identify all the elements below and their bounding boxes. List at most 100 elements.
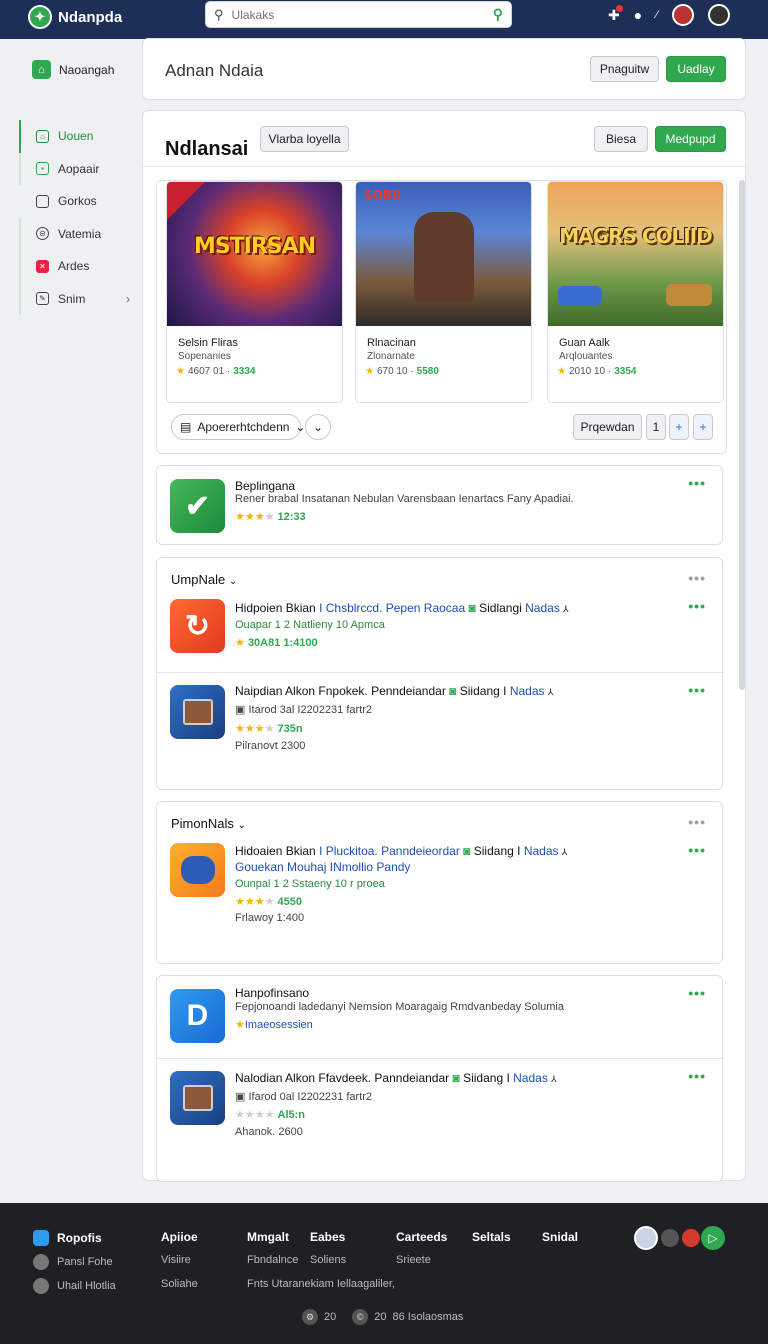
game-subtitle: Zlonarnate [367,351,415,362]
primary-action-button[interactable]: Medpupd [655,126,726,152]
app-title[interactable]: Nalodian Alkon Ffavdeek. Panndeiandar ◙ … [235,1071,557,1085]
filter-button[interactable]: Vlarba loyella [260,126,349,152]
game-card[interactable]: SOBIl Rlnacinan Zlonarnate ★ 670 10 · 55… [355,181,532,403]
sidebar-item-apps[interactable]: ▪ Aopaair [19,152,140,185]
square-icon [36,194,49,208]
star-icon: ★ [365,366,374,377]
d-app-icon: D [170,989,225,1043]
footer-link[interactable]: Soliahe [161,1278,198,1290]
chevron-down-icon: ⌄ [237,820,246,831]
star-icon: ★ [557,366,566,377]
footer-link[interactable]: Srieete [396,1254,431,1266]
star-icon: ★ [176,366,185,377]
rating-value: 3354 [614,366,637,377]
top-actions: ✚ ● ⁄ [608,4,730,26]
settings-icon[interactable]: ⚙ [302,1309,318,1325]
app-meta: Ouapar 1 2 Natlieny 10 Apmca [235,619,385,631]
more-options-icon[interactable]: ••• [688,598,706,614]
game-subtitle: Sopenanies [178,351,231,362]
game-card[interactable]: MSTIRSAN Selsin Fliras Sopenanies ★ 4607… [166,181,343,403]
footer-bottom-text: 20 [374,1311,387,1323]
sidebar-item-home[interactable]: ⌂ Uouen [19,120,140,153]
section-heading[interactable]: PimonNals ⌄ [171,816,246,831]
verified-icon: ◙ [468,601,476,615]
app-title[interactable]: Hanpofinsano [235,986,309,1000]
page-next-button[interactable]: + [693,414,713,440]
sidebar-item-ardes[interactable]: ✕ Ardes [19,250,140,283]
footer-link[interactable]: Fbndalnce [247,1254,298,1266]
avatar[interactable] [672,4,694,26]
app-title[interactable]: Hidoaien Bkian I Pluckitoa. Panndeieorda… [235,844,567,858]
game-card[interactable]: MAGRS COLIID Guan Aalk Arqlouantes ★ 201… [547,181,724,403]
chevron-down-icon: ⌄ [228,576,238,587]
footer-heading: Eabes [310,1230,346,1244]
more-options-icon[interactable]: ••• [688,682,706,698]
more-options-icon[interactable]: ••• [688,985,706,1001]
social-icon[interactable] [661,1229,679,1247]
footer-heading: Seltals [472,1230,511,1244]
featured-app-card[interactable]: ✔ Beplingana Rener brabal Insatanan Nebu… [156,465,723,545]
star-icon: ★★★ [235,723,265,735]
more-options-icon[interactable]: ••• [688,814,706,830]
expand-button[interactable]: ⌄ [305,414,331,440]
section-title: Ndlansai [165,138,249,160]
pagination-label-button[interactable]: Prqewdan [573,414,642,440]
more-options-icon[interactable]: ••• [688,1068,706,1084]
app-description: Rener brabal Insatanan Nebulan Varensbaa… [235,493,574,505]
footer-link[interactable]: Fnts Utaranekiam Iellaagaliler, [247,1278,395,1290]
sort-dropdown[interactable]: ▤ Apoererhtchdenn ⌄ [171,414,305,440]
sidebar-item-label: Uouen [58,129,94,144]
edit-icon[interactable]: ⁄ [656,9,658,21]
circle-icon: ⊝ [36,227,49,241]
gamepad-app-icon [170,843,225,897]
footer-link[interactable]: Visiire [161,1254,191,1266]
primary-button[interactable]: Uadlay [666,56,726,82]
secondary-action-button[interactable]: Biesa [594,126,648,152]
game-name: Rlnacinan [367,337,416,349]
section-heading[interactable]: UmpNale ⌄ [171,572,237,587]
play-icon[interactable]: ▷ [701,1226,725,1250]
home-icon: ⌂ [36,129,49,143]
page-number-button[interactable]: 1 [646,414,666,440]
sidebar-item-categories[interactable]: ⊝ Vatemia [19,217,140,250]
user-icon: ⅄ [547,687,554,697]
search-submit-icon[interactable]: ⚲ [493,6,503,23]
sidebar-item-label: Vatemia [58,226,102,241]
more-options-icon[interactable]: ••• [688,842,706,858]
sidebar-item-games[interactable]: Gorkos [19,185,140,218]
divider [157,1058,724,1059]
footer-link[interactable]: Pansl Fohe [33,1254,113,1270]
brand[interactable]: ✦ Ndanpda [28,5,122,29]
notifications-icon[interactable]: ✚ [608,4,623,24]
app-section: D Hanpofinsano Fepjonoandi ladedanyi Nem… [156,975,724,1182]
corner-ribbon [167,182,205,220]
rating-text: 670 10 · [376,366,414,377]
flag-icon: ✕ [36,259,49,273]
app-title[interactable]: Hidpoien Bkian I Chsblrccd. Pepen Raocaa… [235,601,569,615]
game-art-image: SOBIl [356,182,531,326]
sidebar-item-label: Snim [58,291,86,306]
footer-link[interactable]: Uhail Hlotlia [33,1278,116,1294]
scrollbar[interactable] [739,180,745,690]
game-art-image: MAGRS COLIID [548,182,723,326]
app-meta: Ounpal 1 2 Sstaeny 10 r proea [235,878,385,890]
more-options-icon[interactable]: ••• [688,475,706,491]
social-icon[interactable] [682,1229,700,1247]
secondary-button[interactable]: Pnaguitw [590,56,659,82]
sidebar-item-snim[interactable]: ✎ Snim › [19,282,140,315]
app-title[interactable]: Naipdian Alkon Fnpokek. Penndeiandar ◙ S… [235,684,553,698]
page-add-button[interactable]: + [669,414,689,440]
game-rating: ★ 4607 01 · 3334 [176,366,255,377]
avatar[interactable] [634,1226,658,1250]
rating-text: 4607 01 · [187,366,231,377]
game-logo-text: MSTIRSAN [193,234,316,259]
game-rating: ★ 2010 10 · 3354 [557,366,636,377]
avatar-secondary[interactable] [708,4,730,26]
more-options-icon[interactable]: ••• [688,570,706,586]
verified-icon: ◙ [452,1071,460,1085]
user-icon[interactable]: ● [634,7,642,23]
sidebar-brand[interactable]: ⌂ Naoangah [32,60,114,79]
search-input[interactable] [231,7,485,22]
footer-link[interactable]: Soliens [310,1254,346,1266]
footer-brand[interactable]: Ropofis [33,1230,102,1246]
